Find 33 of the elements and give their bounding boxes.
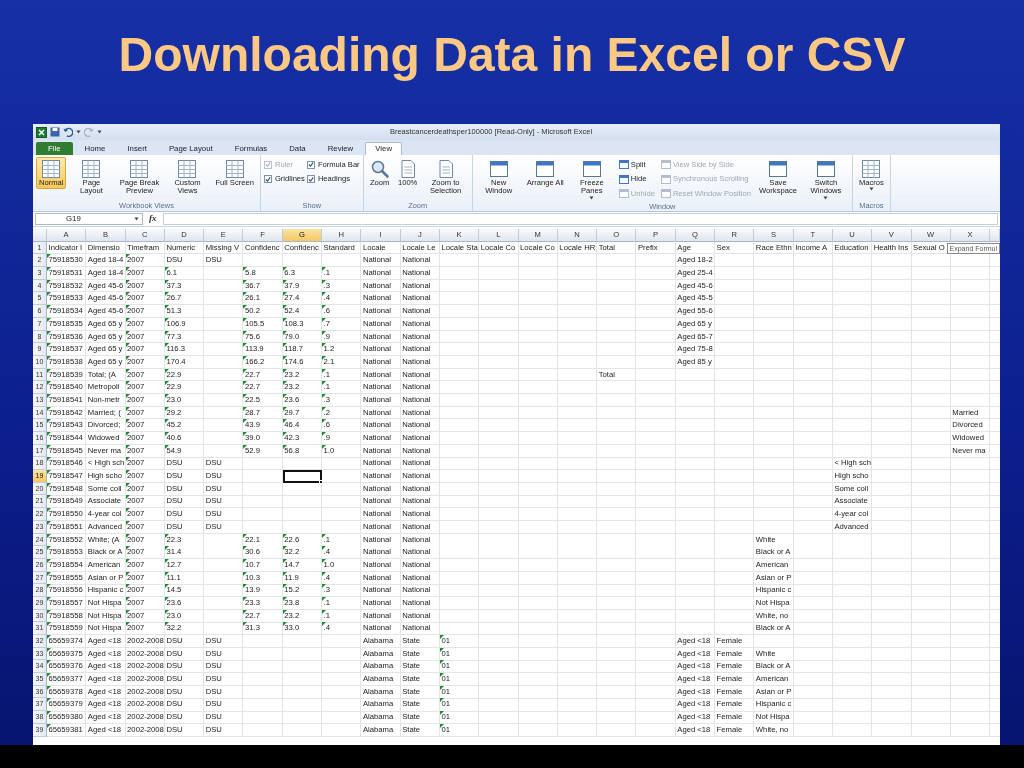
redo-icon [84,127,94,137]
save-icon [50,127,60,137]
sheet-icon [81,159,102,179]
window-icon [618,188,629,198]
caret-icon [134,217,139,221]
sheet-icon [129,159,150,179]
sheet-icon [861,159,882,179]
checkbox[interactable] [306,175,315,184]
window-icon [618,160,629,170]
formula-input[interactable] [162,213,998,225]
window-icon [816,159,836,179]
window-icon [618,174,629,184]
window-icon [535,159,556,179]
checkbox[interactable] [306,160,315,169]
fill-handle[interactable] [319,479,324,484]
window-icon [660,188,671,198]
magnifier-icon [369,159,390,179]
window-icon [488,159,509,179]
sheet-icon [177,159,198,179]
function-button[interactable]: fx [149,212,157,226]
window-icon [581,159,602,179]
app-icon [36,126,47,138]
window-icon [768,159,788,179]
sheet-icon [224,159,245,179]
caret-icon [76,130,81,134]
checkbox[interactable] [263,175,272,184]
window-icon [660,160,671,170]
window-icon [660,174,671,184]
caret-icon [97,130,102,134]
selected-cell[interactable] [282,470,323,483]
undo-icon [63,127,73,137]
sheet-icon [41,159,62,179]
slide-title: Downloading Data in Excel or CSV [118,27,906,84]
